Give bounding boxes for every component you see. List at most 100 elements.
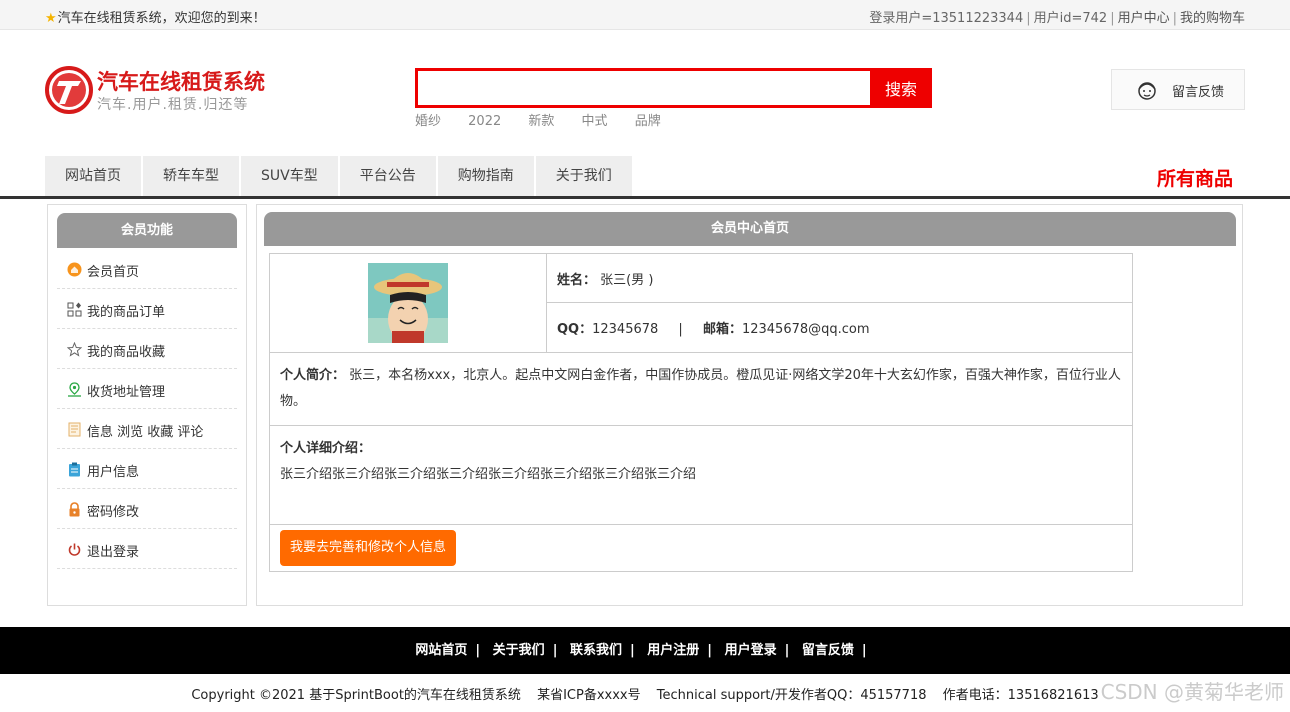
cart-link[interactable]: 我的购物车 <box>1180 11 1245 26</box>
sidebar-item-label: 我的商品收藏 <box>87 345 166 360</box>
hotword-link[interactable]: 品牌 <box>635 114 661 129</box>
hotword-link[interactable]: 2022 <box>468 114 501 129</box>
sidebar-item-label: 信息 浏览 收藏 评论 <box>87 425 204 440</box>
login-user-text: 登录用户=13511223344 <box>869 11 1024 26</box>
nav-item-guide[interactable]: 购物指南 <box>437 156 536 196</box>
nav-item-home[interactable]: 网站首页 <box>45 156 143 196</box>
nav-item-suv[interactable]: SUV车型 <box>241 156 340 196</box>
intro-cell: 个人简介： 张三，本名杨xxx，北京人。起点中文网白金作者，中国作协成员。橙瓜见… <box>269 352 1133 426</box>
sidebar-item-label: 退出登录 <box>87 545 140 560</box>
hotword-link[interactable]: 婚纱 <box>415 114 441 129</box>
copyright-bar: Copyright ©2021 基于SprintBoot的汽车在线租赁系统 某省… <box>0 684 1290 703</box>
intro-value: 张三，本名杨xxx，北京人。起点中文网白金作者，中国作协成员。橙瓜见证·网络文学… <box>280 368 1121 409</box>
feedback-button[interactable]: 留言反馈 <box>1111 69 1245 110</box>
edit-profile-button[interactable]: 我要去完善和修改个人信息 <box>280 530 457 566</box>
sidebar-item-favorites[interactable]: 我的商品收藏 <box>57 329 237 369</box>
site-logo[interactable]: 汽车在线租赁系统 汽车.用户.租赁.归还等 <box>45 66 285 116</box>
welcome-text: 汽车在线租赁系统，欢迎您的到来！ <box>57 11 266 26</box>
search-input[interactable] <box>415 68 871 108</box>
location-icon <box>68 382 81 397</box>
feedback-label: 留言反馈 <box>1172 85 1225 100</box>
watermark: CSDN @黄菊华老师 <box>1100 680 1284 704</box>
footer-separator: | <box>861 643 867 658</box>
top-bar: ★汽车在线租赁系统，欢迎您的到来！ 登录用户=13511223344 | 用户id=… <box>0 0 1290 30</box>
detail-label: 个人详细介绍： <box>280 441 372 456</box>
top-links: 登录用户=13511223344 | 用户id=742 | 用户中心 | 我的购物车 <box>869 11 1245 26</box>
lock-icon <box>69 502 80 517</box>
name-cell: 姓名： 张三(男 ) <box>546 253 1133 303</box>
user-id-text: 用户id=742 <box>1033 11 1108 26</box>
footer-link-register[interactable]: 用户注册 <box>647 643 699 658</box>
main-nav: 网站首页 轿车车型 SUV车型 平台公告 购物指南 关于我们 <box>45 156 634 196</box>
logo-title: 汽车在线租赁系统 <box>97 70 265 94</box>
footer-separator: | <box>707 643 713 658</box>
nav-item-sedan[interactable]: 轿车车型 <box>143 156 241 196</box>
logo-icon <box>45 66 93 114</box>
nav-divider <box>0 196 1290 199</box>
sidebar-item-logout[interactable]: 退出登录 <box>57 529 237 569</box>
sidebar-item-password[interactable]: 密码修改 <box>57 489 237 529</box>
home-icon <box>67 262 82 277</box>
hot-keywords: 婚纱 2022 新款 中式 品牌 <box>415 110 684 129</box>
footer-link-feedback[interactable]: 留言反馈 <box>802 643 854 658</box>
star-icon <box>67 342 82 357</box>
email-label: 邮箱： <box>702 322 742 337</box>
sidebar-item-user-info[interactable]: 用户信息 <box>57 449 237 489</box>
sidebar-item-label: 收货地址管理 <box>87 385 166 400</box>
sidebar-item-label: 用户信息 <box>87 465 140 480</box>
sidebar-item-orders[interactable]: 我的商品订单 <box>57 289 237 329</box>
action-cell: 我要去完善和修改个人信息 <box>269 524 1133 572</box>
order-icon <box>67 302 82 317</box>
clipboard-icon <box>69 462 80 477</box>
icp-text: 某省ICP备xxxx号 <box>537 688 641 703</box>
sidebar-item-address[interactable]: 收货地址管理 <box>57 369 237 409</box>
support-text: Technical support/开发作者QQ：45157718 <box>656 688 927 703</box>
avatar-cell <box>269 253 547 353</box>
member-info-table: 姓名： 张三(男 ) QQ：12345678 | 邮箱：12345678@qq.… <box>269 253 1133 572</box>
footer-link-about[interactable]: 关于我们 <box>493 643 545 658</box>
sidebar-item-label: 我的商品订单 <box>87 305 166 320</box>
email-value: 12345678@qq.com <box>741 322 870 337</box>
star-icon: ★ <box>45 11 57 26</box>
customer-service-icon <box>1138 82 1156 100</box>
sidebar-title: 会员功能 <box>57 213 237 248</box>
member-sidebar: 会员功能 会员首页 我的商品订单 我的商品收藏 收货地址管理 信息 浏览 收藏 … <box>47 204 247 606</box>
footer-separator: | <box>629 643 635 658</box>
footer-link-login[interactable]: 用户登录 <box>725 643 777 658</box>
footer-separator: | <box>552 643 558 658</box>
footer-nav: 网站首页 | 关于我们 | 联系我们 | 用户注册 | 用户登录 | 留言反馈 | <box>0 627 1290 674</box>
user-center-link[interactable]: 用户中心 <box>1118 11 1170 26</box>
contact-cell: QQ：12345678 | 邮箱：12345678@qq.com <box>546 302 1133 353</box>
qq-value: 12345678 <box>592 322 659 337</box>
search-bar: 搜索 <box>415 68 932 108</box>
sidebar-item-browse-history[interactable]: 信息 浏览 收藏 评论 <box>57 409 237 449</box>
logo-subtitle: 汽车.用户.租赁.归还等 <box>97 97 249 113</box>
hotword-link[interactable]: 中式 <box>582 114 608 129</box>
qq-label: QQ： <box>557 322 593 337</box>
name-value: 张三(男 ) <box>600 272 654 288</box>
sidebar-item-member-home[interactable]: 会员首页 <box>57 249 237 289</box>
hotword-link[interactable]: 新款 <box>528 114 554 129</box>
member-main-panel: 会员中心首页 姓名： 张三(男) QQ：12345678 | 邮箱：12345… <box>256 204 1243 606</box>
intro-label: 个人简介： <box>280 368 346 383</box>
avatar <box>368 263 448 343</box>
detail-cell: 个人详细介绍： 张三介绍张三介绍张三介绍张三介绍张三介绍张三介绍张三介绍张三介绍 <box>269 425 1133 525</box>
footer-link-contact[interactable]: 联系我们 <box>570 643 622 658</box>
power-icon <box>68 543 81 556</box>
name-label: 姓名： <box>557 272 597 288</box>
phone-text: 作者电话：13516821613 <box>942 688 1099 703</box>
detail-value: 张三介绍张三介绍张三介绍张三介绍张三介绍张三介绍张三介绍张三介绍 <box>280 467 697 482</box>
main-panel-title: 会员中心首页 <box>264 212 1236 246</box>
footer-separator: | <box>784 643 790 658</box>
copyright-text: Copyright ©2021 基于SprintBoot的汽车在线租赁系统 <box>191 688 521 703</box>
sidebar-item-label: 密码修改 <box>87 505 140 520</box>
footer-separator: | <box>475 643 481 658</box>
nav-item-about[interactable]: 关于我们 <box>535 156 634 196</box>
search-button[interactable]: 搜索 <box>870 68 932 108</box>
all-goods-link[interactable]: 所有商品 <box>1157 164 1233 191</box>
contact-divider: | <box>678 322 683 337</box>
footer-link-home[interactable]: 网站首页 <box>415 643 467 658</box>
nav-item-notice[interactable]: 平台公告 <box>339 156 438 196</box>
sidebar-menu: 会员首页 我的商品订单 我的商品收藏 收货地址管理 信息 浏览 收藏 评论 用户… <box>57 249 237 569</box>
document-icon <box>68 422 81 437</box>
